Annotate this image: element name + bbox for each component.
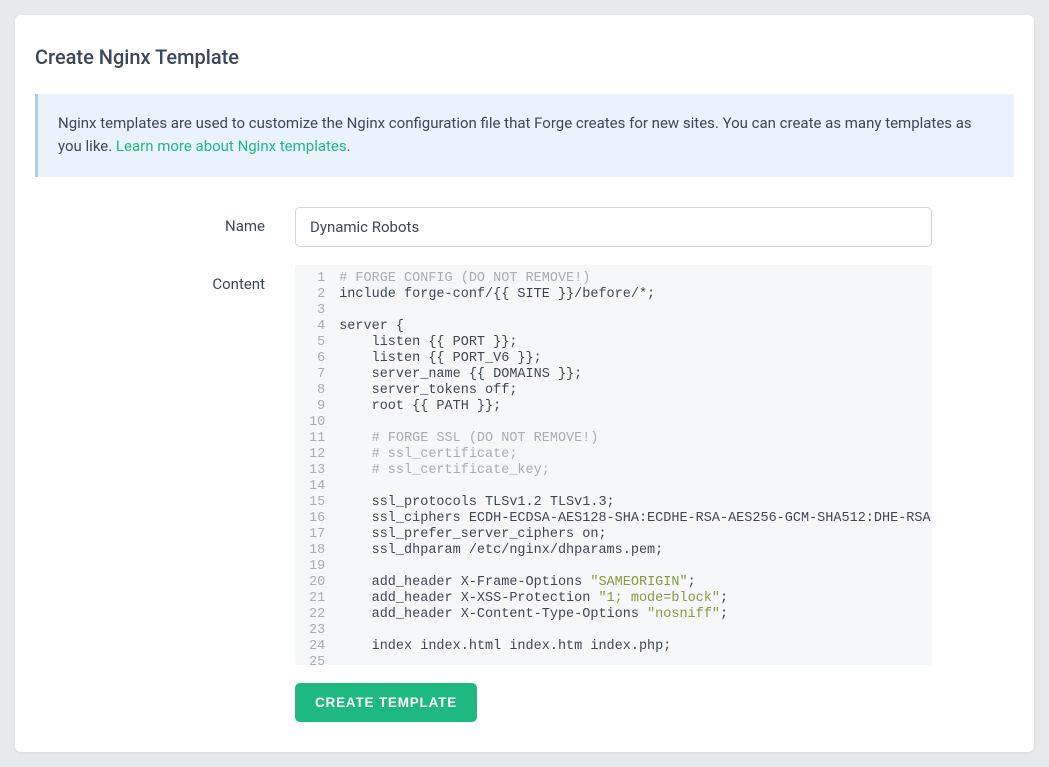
name-label: Name xyxy=(35,207,295,235)
code-line xyxy=(339,623,922,639)
content-label: Content xyxy=(35,265,295,293)
code-line xyxy=(339,559,922,575)
button-row: CREATE TEMPLATE xyxy=(35,683,1014,722)
code-line: root {{ PATH }}; xyxy=(339,399,922,415)
create-nginx-template-card: Create Nginx Template Nginx templates ar… xyxy=(15,15,1034,752)
learn-more-link[interactable]: Learn more about Nginx templates xyxy=(116,137,347,155)
info-suffix: . xyxy=(347,137,351,155)
page-title: Create Nginx Template xyxy=(35,45,1014,69)
code-line: # ssl_certificate; xyxy=(339,447,922,463)
content-code-editor[interactable]: 1234567891011121314151617181920212223242… xyxy=(295,265,932,665)
code-line: ssl_prefer_server_ciphers on; xyxy=(339,527,922,543)
code-line: listen {{ PORT }}; xyxy=(339,335,922,351)
code-line: # FORGE CONFIG (DO NOT REMOVE!) xyxy=(339,271,922,287)
code-line: add_header X-Content-Type-Options "nosni… xyxy=(339,607,922,623)
code-line: index index.html index.htm index.php; xyxy=(339,639,922,655)
code-line: listen {{ PORT_V6 }}; xyxy=(339,351,922,367)
code-line: ssl_ciphers ECDH-ECDSA-AES128-SHA:ECDHE-… xyxy=(339,511,922,527)
code-line: # ssl_certificate_key; xyxy=(339,463,922,479)
name-input[interactable] xyxy=(295,207,932,247)
code-line: # FORGE SSL (DO NOT REMOVE!) xyxy=(339,431,922,447)
code-line: server_name {{ DOMAINS }}; xyxy=(339,367,922,383)
create-template-button[interactable]: CREATE TEMPLATE xyxy=(295,683,477,722)
code-line xyxy=(339,415,922,431)
code-gutter: 1234567891011121314151617181920212223242… xyxy=(295,265,331,665)
info-banner: Nginx templates are used to customize th… xyxy=(35,94,1014,177)
code-line: ssl_protocols TLSv1.2 TLSv1.3; xyxy=(339,495,922,511)
code-line: server { xyxy=(339,319,922,335)
code-line: add_header X-Frame-Options "SAMEORIGIN"; xyxy=(339,575,922,591)
code-content[interactable]: # FORGE CONFIG (DO NOT REMOVE!)include f… xyxy=(331,265,932,665)
code-line: include forge-conf/{{ SITE }}/before/*; xyxy=(339,287,922,303)
code-line xyxy=(339,655,922,665)
code-line: server_tokens off; xyxy=(339,383,922,399)
code-line xyxy=(339,479,922,495)
code-line: ssl_dhparam /etc/nginx/dhparams.pem; xyxy=(339,543,922,559)
code-line: add_header X-XSS-Protection "1; mode=blo… xyxy=(339,591,922,607)
name-row: Name xyxy=(35,207,1014,247)
code-line xyxy=(339,303,922,319)
content-row: Content 12345678910111213141516171819202… xyxy=(35,265,1014,665)
